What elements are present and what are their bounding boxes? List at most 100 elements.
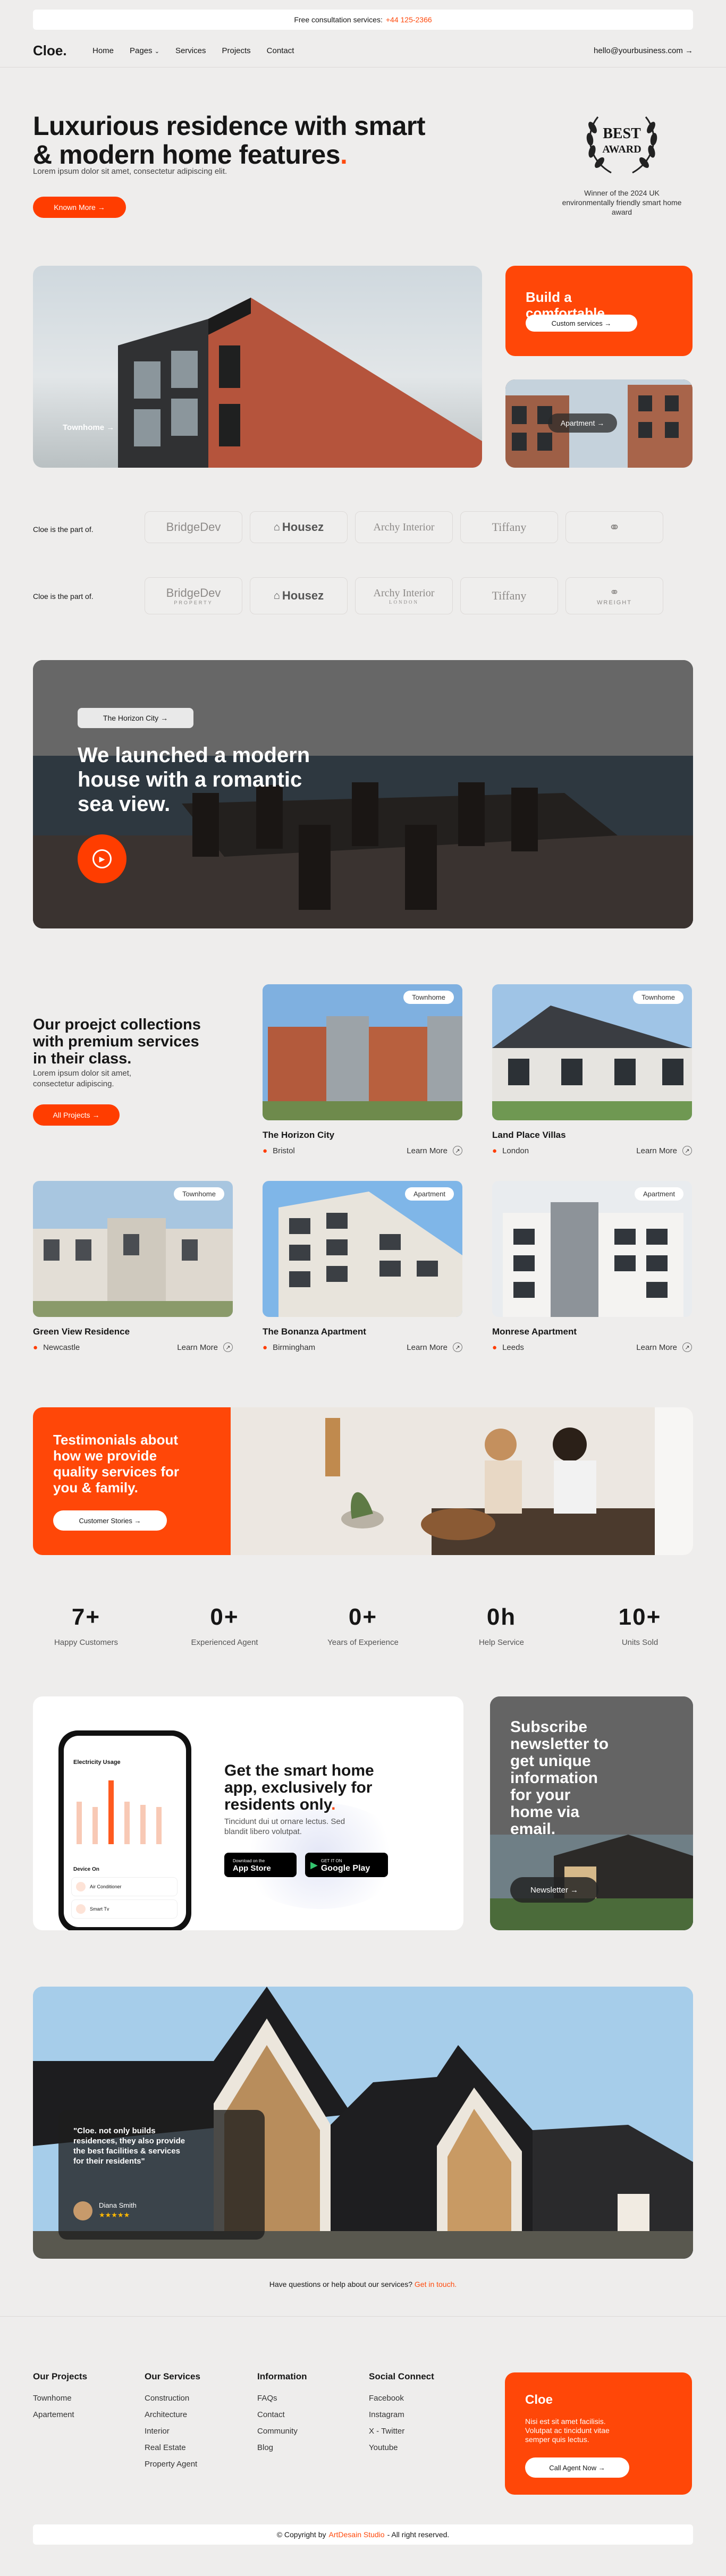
video-banner[interactable]: The Horizon City → We launched a modern …	[33, 660, 693, 928]
stat-item: 7+ Happy Customers	[33, 1604, 139, 1647]
footer-link[interactable]: Blog	[257, 2443, 307, 2452]
phone-title: Electricity Usage	[73, 1759, 121, 1766]
project-photo	[263, 1181, 462, 1317]
topbar-phone[interactable]: +44 125-2366	[386, 15, 432, 24]
award-badge: BEST AWARD	[569, 106, 675, 181]
stat-label: Help Service	[478, 1638, 525, 1647]
arrow-circle-icon: ↗	[223, 1342, 233, 1352]
partner-archy-2: Archy Interior LONDON	[355, 577, 453, 614]
footer-link[interactable]: Apartement	[33, 2410, 87, 2419]
custom-services-button[interactable]: Custom services →	[526, 315, 637, 332]
project-title: The Bonanza Apartment	[263, 1327, 366, 1337]
project-card[interactable]: Townhome Green View Residence ● Newcastle…	[33, 1181, 233, 1352]
apartment-label[interactable]: Apartment →	[548, 413, 617, 433]
footer-link[interactable]: Property Agent	[145, 2460, 200, 2469]
partner-wreight: ⚭	[565, 511, 663, 543]
nav-email[interactable]: hello@yourbusiness.com →	[594, 46, 693, 55]
footer-link[interactable]: Instagram	[369, 2410, 434, 2419]
newsletter-button[interactable]: Newsletter →	[510, 1877, 598, 1903]
play-icon: ▶	[92, 849, 112, 868]
newsletter-title: Subscribe newsletter to get unique infor…	[510, 1718, 609, 1838]
footer-link[interactable]: Construction	[145, 2394, 200, 2403]
project-card[interactable]: Apartment Monrese Apartment ● Leeds Learn…	[492, 1181, 692, 1352]
stat-label: Happy Customers	[54, 1638, 119, 1647]
avatar	[73, 2201, 92, 2220]
play-button[interactable]: ▶	[78, 834, 126, 883]
play-store-icon: ▶	[310, 1859, 318, 1870]
video-title: We launched a modern house with a romant…	[78, 744, 310, 816]
app-desc: Tincidunt dui ut ornare lectus. Sed blan…	[224, 1817, 345, 1836]
footer-link[interactable]: Youtube	[369, 2443, 434, 2452]
footer-cta-text: Nisi est sit amet facilisis. Volutpat ac…	[525, 2417, 610, 2444]
copyright-bar: © Copyright by ArtDesain Studio - All ri…	[33, 2524, 693, 2545]
partner-housez: ⌂ Housez	[250, 511, 348, 543]
app-card: Electricity Usage Device On Air Conditio…	[33, 1696, 463, 1930]
footer-col: Social Connect Facebook Instagram X - Tw…	[369, 2371, 434, 2452]
projects-desc: Lorem ipsum dolor sit amet, consectetur …	[33, 1069, 132, 1088]
house-banner: "Cloe. not only builds residences, they …	[33, 1987, 693, 2259]
project-card[interactable]: Townhome Land Place Villas ● London Learn…	[492, 984, 692, 1155]
tv-icon	[76, 1904, 86, 1914]
footer-link[interactable]: Interior	[145, 2427, 200, 2436]
partners-label-2: Cloe is the part of.	[33, 592, 94, 601]
learn-more-link[interactable]: Learn More ↗	[407, 1146, 462, 1155]
townhome-label[interactable]: Townhome →	[63, 423, 114, 432]
townhome-photo	[118, 298, 482, 468]
all-projects-button[interactable]: All Projects →	[33, 1104, 120, 1126]
project-card[interactable]: Apartment The Bonanza Apartment ● Birming…	[263, 1181, 462, 1352]
stat-value: 0h	[486, 1604, 517, 1630]
apartment-card[interactable]: Apartment →	[505, 379, 693, 468]
quote-text: "Cloe. not only builds residences, they …	[73, 2126, 185, 2166]
project-photo	[492, 984, 692, 1120]
partners-label: Cloe is the part of.	[33, 525, 94, 534]
phone-mockup: Electricity Usage Device On Air Conditio…	[58, 1730, 191, 1930]
nav-contact[interactable]: Contact	[267, 46, 294, 55]
learn-more-link[interactable]: Learn More ↗	[177, 1342, 233, 1352]
phone-device: Device On	[73, 1866, 99, 1872]
get-in-touch-link[interactable]: Get in touch.	[415, 2280, 457, 2288]
townhome-card[interactable]: Townhome →	[33, 266, 482, 468]
stat-value: 0+	[348, 1604, 378, 1630]
footer-link[interactable]: Real Estate	[145, 2443, 200, 2452]
call-agent-button[interactable]: Call Agent Now →	[525, 2457, 629, 2478]
footer-link[interactable]: X - Twitter	[369, 2427, 434, 2436]
quote-author: Diana Smith	[99, 2201, 137, 2209]
footer-link[interactable]: Facebook	[369, 2394, 434, 2403]
nav-pages[interactable]: Pages ⌄	[130, 46, 159, 55]
build-card[interactable]: Build a comfortable, Custom services →	[505, 266, 693, 356]
footer-link[interactable]: Townhome	[33, 2394, 87, 2403]
arrow-circle-icon: ↗	[682, 1146, 692, 1155]
partners-row: BridgeDev ⌂ Housez Archy Interior Tiffany…	[145, 511, 663, 543]
project-card[interactable]: Townhome The Horizon City ● Bristol Learn…	[263, 984, 462, 1155]
location-pin-icon: ●	[263, 1146, 268, 1155]
nav-home[interactable]: Home	[92, 46, 114, 55]
stats-row: 7+ Happy Customers 0+ Experienced Agent 0+…	[33, 1604, 693, 1647]
app-store-button[interactable]: Download on the App Store	[224, 1853, 297, 1877]
project-photo	[263, 984, 462, 1120]
video-badge[interactable]: The Horizon City →	[78, 708, 193, 728]
learn-more-link[interactable]: Learn More ↗	[407, 1342, 462, 1352]
nav-projects[interactable]: Projects	[222, 46, 250, 55]
brand-logo[interactable]: Cloe.	[33, 43, 92, 59]
project-location: Newcastle	[43, 1342, 80, 1352]
learn-more-link[interactable]: Learn More ↗	[636, 1146, 692, 1155]
nav-services[interactable]: Services	[175, 46, 206, 55]
project-title: Green View Residence	[33, 1327, 130, 1337]
footer-link[interactable]: Architecture	[145, 2410, 200, 2419]
studio-link[interactable]: ArtDesain Studio	[329, 2530, 385, 2539]
footer-link[interactable]: Contact	[257, 2410, 307, 2419]
customer-stories-button[interactable]: Customer Stories →	[53, 1510, 167, 1531]
project-badge: Townhome	[633, 991, 683, 1004]
usage-bars	[77, 1780, 162, 1844]
stat-label: Units Sold	[621, 1638, 659, 1647]
knot-icon: ⚭	[609, 586, 620, 599]
location-pin-icon: ●	[492, 1146, 497, 1155]
footer-link[interactable]: FAQs	[257, 2394, 307, 2403]
learn-more-link[interactable]: Learn More ↗	[636, 1342, 692, 1352]
partner-bridgedev-2: BridgeDev PROPERTY	[145, 577, 242, 614]
google-play-button[interactable]: ▶ GET IT ON Google Play	[305, 1853, 388, 1877]
known-more-button[interactable]: Known More →	[33, 197, 126, 218]
footer-link[interactable]: Community	[257, 2427, 307, 2436]
project-location: Leeds	[502, 1342, 524, 1352]
house-icon: ⌂	[273, 589, 280, 602]
